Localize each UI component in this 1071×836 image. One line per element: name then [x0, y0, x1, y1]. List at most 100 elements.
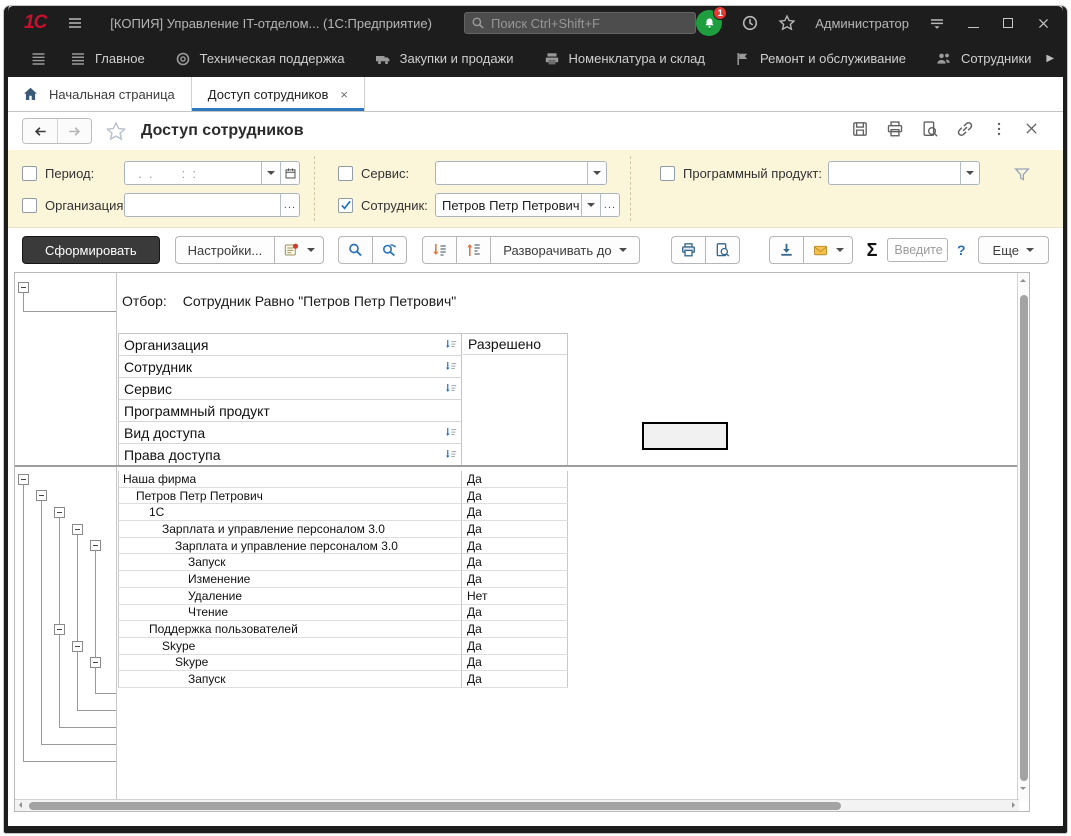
back-button[interactable] — [23, 119, 57, 143]
send-mail-button[interactable] — [804, 236, 853, 264]
menu-item-5[interactable]: Ремонт и обслуживание — [720, 40, 921, 77]
table-row[interactable]: УдалениеНет — [118, 588, 568, 605]
expand-levels-button[interactable] — [457, 236, 491, 264]
row-value-cell[interactable]: Да — [462, 638, 568, 655]
totals-sigma-button[interactable]: Σ — [865, 240, 880, 261]
period-field[interactable]: . . : : — [124, 161, 300, 185]
vertical-scrollbar-thumb[interactable] — [1020, 295, 1028, 781]
tree-collapse-button[interactable] — [90, 540, 101, 551]
table-row[interactable]: ИзменениеДа — [118, 571, 568, 588]
product-dropdown-button[interactable] — [960, 162, 979, 184]
menu-item-6[interactable]: Сотрудники — [921, 40, 1046, 77]
close-form-button[interactable] — [1024, 121, 1039, 141]
help-button[interactable]: ? — [957, 242, 966, 258]
group-header-cell[interactable]: Вид доступа — [118, 422, 462, 444]
row-label-cell[interactable]: Удаление — [118, 588, 462, 605]
sort-button[interactable] — [444, 382, 458, 395]
report-variants-button[interactable] — [275, 236, 324, 264]
row-label-cell[interactable]: Запуск — [118, 554, 462, 571]
employee-checkbox[interactable] — [338, 198, 353, 213]
service-dropdown-button[interactable] — [587, 162, 606, 184]
group-header-cell[interactable]: Программный продукт — [118, 400, 462, 422]
tree-collapse-button[interactable] — [18, 282, 29, 293]
tree-collapse-button[interactable] — [54, 507, 65, 518]
table-row[interactable]: ЗапускДа — [118, 671, 568, 688]
row-value-cell[interactable]: Да — [462, 471, 568, 488]
organization-choose-button[interactable]: ... — [280, 194, 299, 216]
row-label-cell[interactable]: Изменение — [118, 571, 462, 588]
tab-home[interactable]: Начальная страница — [22, 77, 191, 111]
table-row[interactable]: 1СДа — [118, 504, 568, 521]
tree-collapse-button[interactable] — [36, 490, 47, 501]
more-menu-button[interactable] — [991, 121, 1007, 142]
selected-cell[interactable] — [642, 422, 728, 450]
employee-dropdown-button[interactable] — [581, 194, 600, 216]
report-preview-button[interactable] — [706, 236, 740, 264]
row-value-cell[interactable]: Да — [462, 671, 568, 688]
product-checkbox[interactable] — [660, 166, 675, 181]
group-header-cell[interactable]: Сервис — [118, 378, 462, 400]
row-label-cell[interactable]: Поддержка пользователей — [118, 621, 462, 638]
expand-to-button[interactable]: Разворачивать до — [491, 236, 639, 264]
table-row[interactable]: Зарплата и управление персоналом 3.0Да — [118, 538, 568, 555]
employee-choose-button[interactable]: ... — [600, 194, 619, 216]
print-preview-button[interactable] — [921, 120, 939, 143]
row-label-cell[interactable]: Зарплата и управление персоналом 3.0 — [118, 521, 462, 538]
table-row[interactable]: SkypeДа — [118, 638, 568, 655]
more-actions-button[interactable]: Еще — [978, 236, 1049, 264]
scroll-left-icon[interactable] — [19, 802, 22, 808]
save-file-button[interactable] — [769, 236, 804, 264]
menu-item-2[interactable]: Техническая поддержка — [160, 40, 360, 77]
close-window-button[interactable] — [1035, 15, 1051, 31]
table-row[interactable]: ЗапускДа — [118, 554, 568, 571]
row-label-cell[interactable]: Skype — [118, 655, 462, 672]
global-search-input[interactable]: Поиск Ctrl+Shift+F — [464, 12, 696, 34]
get-link-button[interactable] — [956, 120, 974, 143]
forward-button[interactable] — [57, 119, 91, 143]
settings-button[interactable]: Настройки... — [175, 236, 276, 264]
row-value-cell[interactable]: Да — [462, 621, 568, 638]
table-row[interactable]: Петров Петр ПетровичДа — [118, 488, 568, 505]
report-spreadsheet[interactable]: Отбор: Сотрудник Равно "Петров Петр Петр… — [14, 272, 1030, 812]
generate-button[interactable]: Сформировать — [22, 236, 160, 264]
row-value-cell[interactable]: Да — [462, 554, 568, 571]
service-checkbox[interactable] — [338, 166, 353, 181]
collapse-levels-button[interactable] — [422, 236, 457, 264]
menu-item-3[interactable]: Закупки и продажи — [360, 40, 529, 77]
row-label-cell[interactable]: Запуск — [118, 671, 462, 688]
sort-button[interactable] — [444, 426, 458, 439]
table-row[interactable]: Наша фирмаДа — [118, 471, 568, 488]
row-label-cell[interactable]: Skype — [118, 638, 462, 655]
tab-employee-access[interactable]: Доступ сотрудников × — [191, 77, 365, 111]
period-dropdown-button[interactable] — [261, 162, 280, 184]
period-calendar-button[interactable] — [280, 162, 299, 184]
sort-button[interactable] — [444, 338, 458, 351]
vertical-scrollbar[interactable] — [1017, 273, 1029, 801]
table-row[interactable]: Поддержка пользователейДа — [118, 621, 568, 638]
row-value-cell[interactable]: Да — [462, 538, 568, 555]
tree-collapse-button[interactable] — [90, 657, 101, 668]
scroll-right-icon[interactable] — [1012, 802, 1015, 808]
organization-checkbox[interactable] — [22, 198, 37, 213]
tree-collapse-button[interactable] — [18, 474, 29, 485]
row-value-cell[interactable]: Да — [462, 504, 568, 521]
find-next-button[interactable] — [373, 236, 407, 264]
current-user[interactable]: Администратор — [815, 16, 909, 31]
table-row[interactable]: SkypeДа — [118, 655, 568, 672]
table-row[interactable]: ЧтениеДа — [118, 605, 568, 622]
tree-collapse-button[interactable] — [72, 641, 83, 652]
horizontal-scrollbar-thumb[interactable] — [29, 802, 841, 810]
user-menu-icon[interactable] — [928, 15, 946, 31]
row-label-cell[interactable]: Петров Петр Петрович — [118, 488, 462, 505]
quick-search-input[interactable]: Введите слово для... — [887, 238, 948, 262]
favorites-star-icon[interactable] — [778, 14, 796, 32]
history-icon[interactable] — [741, 14, 759, 32]
row-label-cell[interactable]: Наша фирма — [118, 471, 462, 488]
table-row[interactable]: Зарплата и управление персоналом 3.0Да — [118, 521, 568, 538]
row-label-cell[interactable]: Зарплата и управление персоналом 3.0 — [118, 538, 462, 555]
row-value-cell[interactable]: Да — [462, 571, 568, 588]
save-button[interactable] — [851, 120, 869, 143]
tree-collapse-button[interactable] — [72, 524, 83, 535]
add-favorite-star-icon[interactable] — [105, 121, 127, 142]
row-value-cell[interactable]: Нет — [462, 588, 568, 605]
